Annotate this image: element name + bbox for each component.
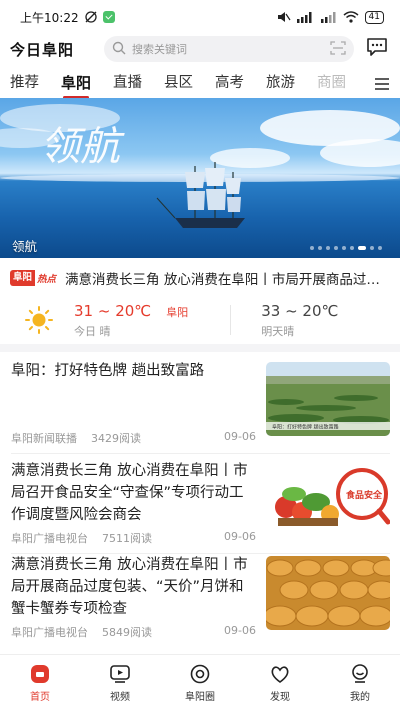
- carousel-dot: [310, 246, 314, 250]
- search-icon: [112, 40, 126, 59]
- carousel-dot: [342, 246, 346, 250]
- news-source: 阜阳广播电视台: [11, 626, 88, 639]
- news-meta: 阜阳广播电视台 7511阅读 09-06: [11, 530, 256, 546]
- weather-widget[interactable]: 31 ~ 20℃ 阜阳 今日 晴 33 ~ 20℃ 明天晴: [0, 296, 400, 344]
- hot-badge-label: 热点: [37, 274, 57, 285]
- search-bar[interactable]: 搜索关键词: [104, 36, 354, 62]
- thumbnail-caption: 食品安全: [345, 489, 383, 501]
- nav-video-label: 视频: [110, 692, 130, 703]
- carousel-dot: [350, 246, 354, 250]
- nav-home-label: 首页: [30, 692, 50, 703]
- news-reads: 7511阅读: [102, 532, 152, 545]
- carousel-dot-active: [358, 246, 366, 250]
- hot-news-ticker[interactable]: 阜阳 热点 满意消费长三角 放心消费在阜阳丨市局开展商品过度包装: [0, 262, 400, 294]
- tab-county[interactable]: 县区: [164, 68, 193, 100]
- app-logo: 今日阜阳: [10, 40, 75, 59]
- news-date: 09-06: [224, 624, 256, 637]
- news-item[interactable]: 满意消费长三角 放心消费在阜阳丨市局开展商品过度包装、“天价”月饼和蟹卡蟹券专项…: [0, 548, 400, 648]
- signal-icon: [296, 11, 315, 23]
- carousel-dots: [310, 246, 382, 250]
- weather-divider: [230, 305, 232, 335]
- section-divider: [0, 344, 400, 352]
- weather-city: 阜阳: [166, 306, 189, 319]
- data-saver-icon: [84, 10, 98, 24]
- nav-circle-label: 阜阳圈: [185, 692, 215, 703]
- news-item[interactable]: 阜阳：打好特色牌 趟出致富路 阜阳新闻联播 3429阅读 09-06 阜阳：打好…: [0, 354, 400, 454]
- banner-image: 领航: [0, 104, 400, 228]
- carousel-dot: [378, 246, 382, 250]
- nav-circle[interactable]: 阜阳圈: [160, 655, 240, 711]
- battery-indicator: 41: [364, 10, 384, 24]
- nav-video[interactable]: 视频: [80, 655, 160, 711]
- news-item[interactable]: 满意消费长三角 放心消费在阜阳丨市局召开食品安全“守查保”专项行动工作调度暨风险…: [0, 454, 400, 554]
- app-screen: 上午10:22 41 今日阜阳 搜索关键词 推荐 阜阳 直播 县区 高考 旅游 …: [0, 0, 400, 711]
- carousel-dot: [370, 246, 374, 250]
- today-temperature: 31 ~ 20℃: [74, 302, 152, 320]
- sun-icon: [24, 305, 54, 335]
- hot-badge: 阜阳 热点: [10, 270, 59, 286]
- news-thumbnail: 阜阳：打好特色牌 趟出致富路: [266, 362, 390, 436]
- nav-discover-label: 发现: [270, 692, 290, 703]
- home-icon: [29, 663, 51, 685]
- nav-profile[interactable]: 我的: [320, 655, 400, 711]
- news-title: 满意消费长三角 放心消费在阜阳丨市局召开食品安全“守查保”专项行动工作调度暨风险…: [11, 463, 248, 523]
- hot-badge-city: 阜阳: [10, 270, 36, 286]
- status-time: 上午10:22: [20, 10, 79, 25]
- profile-icon: [349, 663, 371, 685]
- thumbnail-caption: 阜阳：打好特色牌 趟出致富路: [272, 424, 339, 431]
- tab-recommend[interactable]: 推荐: [10, 68, 39, 100]
- nav-profile-label: 我的: [350, 692, 370, 703]
- carousel-dot: [318, 246, 322, 250]
- search-placeholder: 搜索关键词: [132, 43, 187, 56]
- weather-today: 31 ~ 20℃ 阜阳 今日 晴: [74, 301, 188, 339]
- news-source: 阜阳新闻联播: [11, 432, 77, 445]
- news-thumbnail: [266, 556, 390, 630]
- banner-carousel[interactable]: 领航 领航: [0, 98, 400, 258]
- hot-news-text: 满意消费长三角 放心消费在阜阳丨市局开展商品过度包装: [65, 272, 386, 288]
- news-date: 09-06: [224, 530, 256, 543]
- tomorrow-temperature: 33 ~ 20℃: [261, 301, 339, 320]
- news-date: 09-06: [224, 430, 256, 443]
- channel-menu-icon[interactable]: [374, 76, 390, 90]
- bottom-nav: 首页 视频 阜阳圈 发现 我的: [0, 654, 400, 711]
- news-source: 阜阳广播电视台: [11, 532, 88, 545]
- news-title: 阜阳：打好特色牌 趟出致富路: [11, 363, 205, 379]
- tomorrow-condition: 明天晴: [261, 324, 295, 338]
- circle-icon: [189, 663, 211, 685]
- wifi-icon: [343, 11, 359, 23]
- scan-icon[interactable]: [330, 40, 346, 59]
- carousel-dot: [326, 246, 330, 250]
- discover-icon: [269, 663, 291, 685]
- signal-2-icon: [320, 11, 337, 23]
- app-header: 今日阜阳 搜索关键词: [0, 34, 400, 64]
- tab-live[interactable]: 直播: [113, 68, 142, 100]
- status-bar: 上午10:22 41: [0, 0, 400, 34]
- news-meta: 阜阳新闻联播 3429阅读 09-06: [11, 430, 256, 446]
- news-thumbnail: 食品安全: [266, 462, 390, 536]
- news-title: 满意消费长三角 放心消费在阜阳丨市局开展商品过度包装、“天价”月饼和蟹卡蟹券专项…: [11, 557, 248, 617]
- tab-fuyang[interactable]: 阜阳: [61, 68, 91, 100]
- carousel-dot: [334, 246, 338, 250]
- news-meta: 阜阳广播电视台 5849阅读 09-06: [11, 624, 256, 640]
- news-reads: 5849阅读: [102, 626, 152, 639]
- nav-discover[interactable]: 发现: [240, 655, 320, 711]
- mute-icon: [277, 11, 291, 23]
- tab-gaokao[interactable]: 高考: [215, 68, 244, 100]
- news-reads: 3429阅读: [91, 432, 141, 445]
- tab-business[interactable]: 商圈: [317, 68, 346, 100]
- chat-icon: [366, 37, 388, 61]
- download-notification-icon: [102, 11, 115, 23]
- weather-tomorrow: 33 ~ 20℃ 明天晴: [261, 302, 338, 339]
- banner-calligraphy: 领航: [40, 124, 125, 170]
- today-condition: 今日 晴: [74, 325, 111, 338]
- message-button[interactable]: [364, 36, 390, 62]
- banner-caption: 领航: [12, 239, 38, 254]
- video-icon: [109, 663, 131, 685]
- nav-home[interactable]: 首页: [0, 655, 80, 711]
- channel-tabs: 推荐 阜阳 直播 县区 高考 旅游 商圈: [0, 68, 400, 100]
- tab-travel[interactable]: 旅游: [266, 68, 295, 100]
